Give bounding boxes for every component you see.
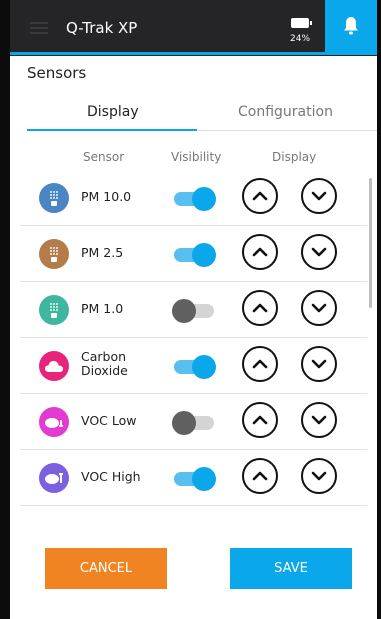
- voc-icon: [39, 463, 69, 493]
- chevron-up-icon: [252, 359, 268, 369]
- app-title: Q-Trak XP: [66, 19, 138, 37]
- chevron-up-icon: [252, 415, 268, 425]
- chevron-up-icon: [252, 303, 268, 313]
- move-up-button[interactable]: [242, 178, 278, 214]
- sensor-row: PM 10.0: [20, 170, 367, 226]
- sensor-row: Carbon Dioxide: [20, 338, 367, 394]
- bell-icon: [344, 17, 358, 35]
- notifications-button[interactable]: [325, 0, 377, 52]
- visibility-toggle[interactable]: [172, 354, 216, 379]
- move-up-button[interactable]: [242, 346, 278, 382]
- device-frame-right: [377, 0, 381, 619]
- move-up-button[interactable]: [242, 234, 278, 270]
- list-scrollbar[interactable]: [369, 178, 372, 308]
- move-down-button[interactable]: [301, 290, 337, 326]
- move-down-button[interactable]: [301, 234, 337, 270]
- tab-bar: Display Configuration: [27, 96, 377, 132]
- page-title: Sensors: [27, 64, 87, 82]
- cancel-button[interactable]: CANCEL: [45, 548, 167, 589]
- app-bar-accent: [10, 52, 377, 55]
- chevron-down-icon: [311, 247, 327, 257]
- move-up-button[interactable]: [242, 290, 278, 326]
- sensor-row: VOC High: [20, 450, 367, 506]
- sensor-row: PM 1.0: [20, 282, 367, 338]
- battery-icon: [291, 18, 312, 28]
- column-header-display: Display: [272, 150, 317, 164]
- sensor-name: VOC High: [81, 469, 141, 484]
- particulate-icon: [39, 295, 69, 325]
- column-header-visibility: Visibility: [171, 150, 222, 164]
- sensor-name: Carbon Dioxide: [81, 349, 128, 378]
- tab-display[interactable]: Display: [87, 104, 139, 120]
- sensor-row-partial: [20, 506, 367, 511]
- visibility-toggle[interactable]: [172, 410, 216, 435]
- cloud-icon: [39, 351, 69, 381]
- sensor-name: PM 10.0: [81, 189, 132, 204]
- chevron-down-icon: [311, 471, 327, 481]
- tab-configuration[interactable]: Configuration: [238, 104, 333, 120]
- chevron-down-icon: [311, 415, 327, 425]
- device-frame-left: [0, 0, 10, 619]
- move-up-button[interactable]: [242, 458, 278, 494]
- move-down-button[interactable]: [301, 458, 337, 494]
- sensor-name: VOC Low: [81, 413, 137, 428]
- sensor-row: VOC Low: [20, 394, 367, 450]
- chevron-down-icon: [311, 191, 327, 201]
- chevron-up-icon: [252, 471, 268, 481]
- move-down-button[interactable]: [301, 402, 337, 438]
- chevron-up-icon: [252, 247, 268, 257]
- voc-icon: [39, 407, 69, 437]
- chevron-down-icon: [311, 303, 327, 313]
- column-header-sensor: Sensor: [83, 150, 125, 164]
- visibility-toggle[interactable]: [172, 186, 216, 211]
- chevron-up-icon: [252, 191, 268, 201]
- particulate-icon: [39, 183, 69, 213]
- visibility-toggle[interactable]: [172, 242, 216, 267]
- save-button[interactable]: SAVE: [230, 548, 352, 589]
- sensor-row: PM 2.5: [20, 226, 367, 282]
- sensor-name: PM 1.0: [81, 301, 124, 316]
- sensor-name: PM 2.5: [81, 245, 124, 260]
- sensor-list: PM 10.0 PM 2.5 PM 1.0 Carbon Dioxide VOC…: [20, 170, 367, 511]
- move-down-button[interactable]: [301, 346, 337, 382]
- app-bar: Q-Trak XP 24%: [10, 0, 377, 56]
- particulate-icon: [39, 239, 69, 269]
- battery-percent: 24%: [290, 34, 311, 44]
- move-down-button[interactable]: [301, 178, 337, 214]
- active-tab-indicator: [27, 129, 197, 131]
- chevron-down-icon: [311, 359, 327, 369]
- visibility-toggle[interactable]: [172, 466, 216, 491]
- move-up-button[interactable]: [242, 402, 278, 438]
- visibility-toggle[interactable]: [172, 298, 216, 323]
- menu-icon[interactable]: [30, 22, 48, 34]
